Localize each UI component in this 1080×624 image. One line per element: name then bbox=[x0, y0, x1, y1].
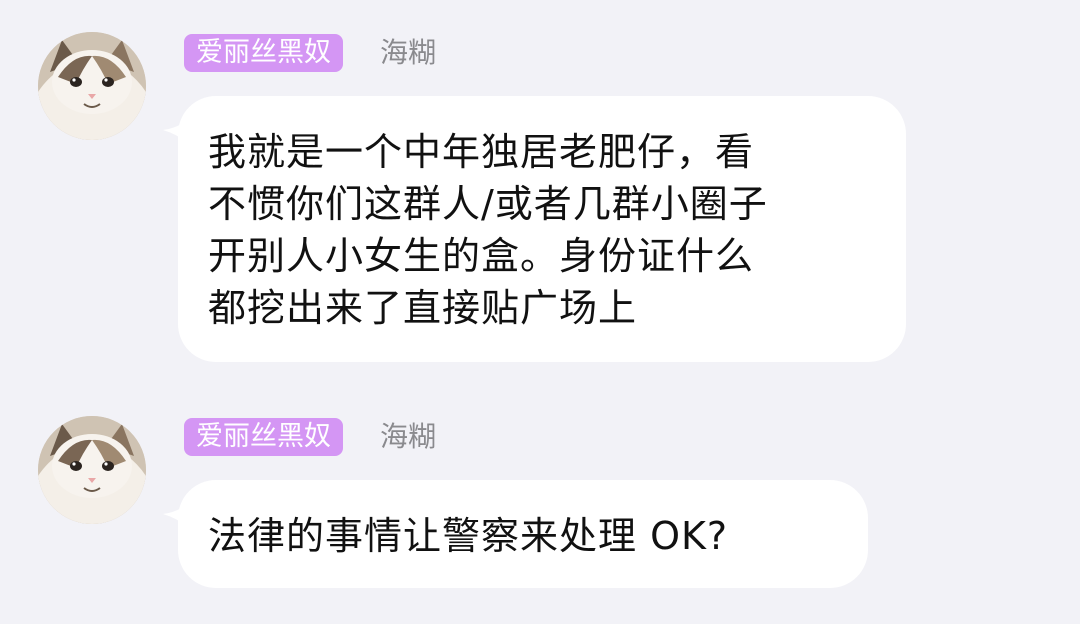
sender-badge[interactable]: 爱丽丝黑奴 bbox=[184, 418, 343, 456]
avatar[interactable] bbox=[38, 32, 146, 140]
message-text: 法律的事情让警察来处理 OK? bbox=[208, 514, 729, 558]
sender-nickname[interactable]: 海糊 bbox=[380, 34, 436, 72]
message-bubble[interactable]: 法律的事情让警察来处理 OK? bbox=[178, 480, 868, 588]
sender-nickname[interactable]: 海糊 bbox=[380, 418, 436, 456]
avatar[interactable] bbox=[38, 416, 146, 524]
message-bubble[interactable]: 我就是一个中年独居老肥仔，看 不惯你们这群人/或者几群小圈子 开别人小女生的盒。… bbox=[178, 96, 906, 362]
message-text: 我就是一个中年独居老肥仔，看 不惯你们这群人/或者几群小圈子 开别人小女生的盒。… bbox=[208, 130, 768, 330]
sender-badge[interactable]: 爱丽丝黑奴 bbox=[184, 34, 343, 72]
cat-avatar-icon bbox=[38, 416, 146, 524]
cat-avatar-icon bbox=[38, 32, 146, 140]
